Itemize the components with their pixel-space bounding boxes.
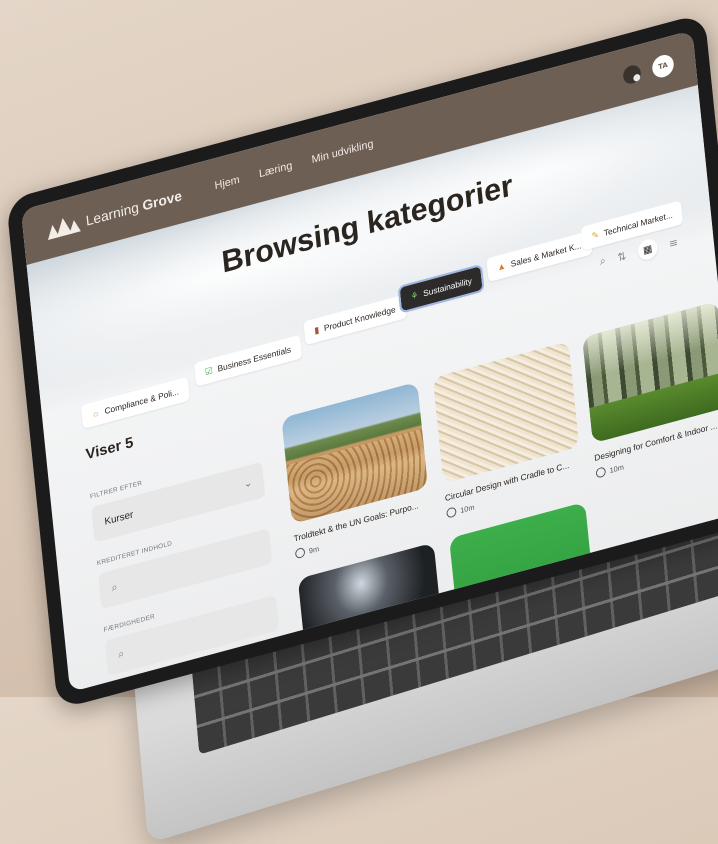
results-count: Viser 5 xyxy=(84,433,135,464)
list-view-icon[interactable]: ≡ xyxy=(668,235,678,250)
search-icon: ⌕ xyxy=(110,580,118,594)
clock-icon xyxy=(595,466,607,479)
nav-item-learning[interactable]: Læring xyxy=(258,160,292,181)
filter-select-value: Kurser xyxy=(104,508,134,528)
sort-icon[interactable]: ⇅ xyxy=(617,249,627,264)
brand-name: Learning Grove xyxy=(85,187,183,229)
jar-icon: ▮ xyxy=(313,324,320,336)
nav-item-home[interactable]: Hjem xyxy=(214,174,240,192)
clock-icon xyxy=(294,546,306,560)
category-chip-product-knowledge[interactable]: ▮ Product Knowledge xyxy=(303,294,407,346)
notification-icon[interactable] xyxy=(622,63,642,86)
course-card[interactable]: Designing for Comfort & Indoor ... 10m xyxy=(582,301,718,479)
sprout-icon: ⚘ xyxy=(409,289,419,302)
nav-item-my-development[interactable]: Min udvikling xyxy=(311,138,374,166)
course-duration-value: 10m xyxy=(609,461,625,475)
topbar-actions: TA xyxy=(622,52,675,88)
category-chip-label: Product Knowledge xyxy=(323,304,396,334)
search-icon: ⌕ xyxy=(117,647,125,661)
course-thumbnail xyxy=(582,301,718,444)
course-duration-value: 9m xyxy=(308,543,320,556)
pencil-icon: ✎ xyxy=(591,228,600,241)
course-card[interactable]: Circular Design with Cradle to C... 10m xyxy=(432,341,583,519)
clock-icon xyxy=(446,506,457,519)
grid-view-icon[interactable]: ▦ xyxy=(636,237,659,262)
chevron-down-icon: ⌄ xyxy=(243,477,253,490)
search-icon[interactable]: ⌕ xyxy=(599,254,606,269)
sun-icon: ☼ xyxy=(91,407,101,420)
course-duration-value: 10m xyxy=(459,501,475,515)
accredited-search-input[interactable]: ⌕ xyxy=(97,528,273,610)
tree-logo-icon xyxy=(47,218,81,241)
fire-icon: ▲ xyxy=(496,260,507,273)
check-square-icon: ☑ xyxy=(204,364,214,377)
course-card[interactable]: Troldtekt & the UN Goals: Purpo... 9m xyxy=(281,381,431,560)
filter-select[interactable]: Kurser ⌄ xyxy=(91,461,266,543)
user-avatar[interactable]: TA xyxy=(651,52,675,80)
